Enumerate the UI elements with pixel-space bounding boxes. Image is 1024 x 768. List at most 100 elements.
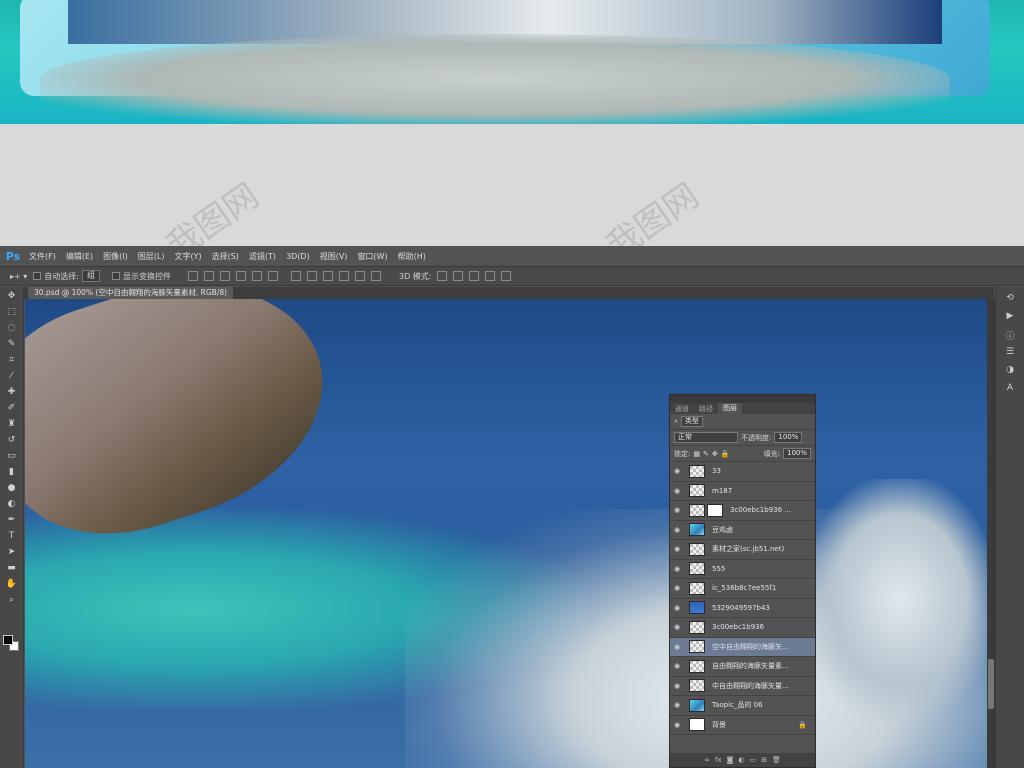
show-transform-checkbox[interactable]: [111, 272, 120, 280]
link-icon[interactable]: ∞: [704, 756, 710, 764]
menu-layer[interactable]: 图层(L): [133, 251, 170, 262]
eye-icon[interactable]: ◉: [670, 565, 684, 573]
eyedropper-tool-icon[interactable]: ⁄: [4, 369, 20, 383]
marquee-tool-icon[interactable]: ⬚: [4, 305, 20, 319]
layer-row[interactable]: ◉ m187: [670, 482, 815, 501]
eye-icon[interactable]: ◉: [670, 584, 684, 592]
adjustments-icon[interactable]: ◑: [1003, 365, 1017, 377]
gradient-tool-icon[interactable]: ▮: [4, 465, 20, 479]
menu-image[interactable]: 图像(I): [98, 251, 133, 262]
menu-select[interactable]: 选择(S): [207, 251, 244, 262]
trash-icon[interactable]: 🗑: [772, 756, 781, 764]
eye-icon[interactable]: ◉: [670, 467, 684, 475]
character-icon[interactable]: A: [1003, 383, 1017, 395]
path-select-tool-icon[interactable]: ➤: [4, 545, 20, 559]
eye-icon[interactable]: ◉: [670, 701, 684, 709]
distribute-vcenter-icon[interactable]: [306, 271, 317, 281]
actions-icon[interactable]: ▶: [1003, 311, 1017, 323]
eye-icon[interactable]: ◉: [670, 545, 684, 553]
mask-icon[interactable]: ◙: [727, 756, 734, 764]
lock-position-icon[interactable]: ✥: [712, 450, 718, 458]
tab-channels[interactable]: 通道: [670, 404, 694, 414]
layer-row[interactable]: ◉ 3c00ebc1b936 ...: [670, 501, 815, 521]
distribute-right-icon[interactable]: [370, 271, 381, 281]
eye-icon[interactable]: ◉: [670, 604, 684, 612]
adjustment-icon[interactable]: ◐: [738, 756, 744, 764]
layer-row[interactable]: ◉ 豆鸡卤: [670, 521, 815, 540]
move-tool-icon[interactable]: ✥: [4, 289, 20, 303]
align-vcenter-icon[interactable]: [203, 271, 214, 281]
layer-mask-thumbnail[interactable]: [707, 503, 723, 517]
eye-icon[interactable]: ◉: [670, 662, 684, 670]
layer-row[interactable]: ◉ Taopic_品的 06: [670, 696, 815, 716]
align-left-icon[interactable]: [235, 271, 246, 281]
menu-edit[interactable]: 编辑(E): [61, 251, 98, 262]
eye-icon[interactable]: ◉: [670, 682, 684, 690]
folder-icon[interactable]: ▭: [749, 756, 756, 764]
lock-all-icon[interactable]: 🔒: [721, 450, 730, 458]
lock-pixels-icon[interactable]: ✎: [703, 450, 709, 458]
info-icon[interactable]: ⓘ: [1003, 329, 1017, 342]
zoom-tool-icon[interactable]: ⌕: [4, 593, 20, 607]
layer-row[interactable]: ◉ 自由翱翔的海豚矢量素...: [670, 657, 815, 677]
layer-row[interactable]: ◉ ic_536b8c7ee55f1: [670, 579, 815, 599]
slide-3d-icon[interactable]: [485, 271, 496, 281]
panel-title-bar[interactable]: [670, 395, 815, 403]
menu-type[interactable]: 文字(Y): [169, 251, 206, 262]
brush-tool-icon[interactable]: ✐: [4, 401, 20, 415]
distribute-left-icon[interactable]: [338, 271, 349, 281]
document-tab[interactable]: 30.psd @ 100% (空中自由翱翔的海豚矢量素材, RGB/8): [28, 287, 234, 299]
distribute-bottom-icon[interactable]: [322, 271, 333, 281]
auto-select-checkbox[interactable]: [33, 272, 42, 280]
layer-row[interactable]: ◉ 5329049597b43: [670, 599, 815, 618]
foreground-color-swatch[interactable]: [3, 635, 13, 645]
menu-window[interactable]: 窗口(W): [352, 251, 392, 262]
lasso-tool-icon[interactable]: ◌: [4, 321, 20, 335]
crop-tool-icon[interactable]: ⌗: [4, 353, 20, 367]
align-bottom-icon[interactable]: [219, 271, 230, 281]
menu-help[interactable]: 帮助(H): [393, 251, 431, 262]
layer-row[interactable]: ◉ 背景 🔒: [670, 716, 815, 735]
opacity-field[interactable]: 100%: [774, 432, 803, 443]
menu-view[interactable]: 视图(V): [315, 251, 353, 262]
menu-file[interactable]: 文件(F): [24, 251, 61, 262]
kind-filter-dropdown[interactable]: 类型: [680, 416, 703, 427]
layer-row[interactable]: ◉ 素材之家(sc.jb51.net): [670, 540, 815, 560]
vertical-scrollbar[interactable]: [987, 299, 995, 768]
eye-icon[interactable]: ◉: [670, 487, 684, 495]
properties-icon[interactable]: ☰: [1003, 347, 1017, 359]
stamp-tool-icon[interactable]: ♜: [4, 417, 20, 431]
menu-filter[interactable]: 滤镜(T): [244, 251, 281, 262]
fx-icon[interactable]: fx: [715, 756, 722, 764]
eye-icon[interactable]: ◉: [670, 526, 684, 534]
align-top-icon[interactable]: [187, 271, 198, 281]
eye-icon[interactable]: ◉: [670, 623, 684, 631]
tab-layers[interactable]: 图层: [718, 403, 742, 414]
eye-icon[interactable]: ◉: [670, 721, 684, 729]
rotate-3d-icon[interactable]: [437, 271, 448, 281]
healing-tool-icon[interactable]: ✚: [4, 385, 20, 399]
history-brush-icon[interactable]: ↺: [4, 433, 20, 447]
auto-select-dropdown[interactable]: 组: [81, 270, 100, 282]
dodge-tool-icon[interactable]: ◐: [4, 497, 20, 511]
lock-transparency-icon[interactable]: ▦: [693, 450, 700, 458]
layer-row[interactable]: ◉ 555: [670, 560, 815, 579]
menu-3d[interactable]: 3D(D): [281, 252, 315, 261]
distribute-hcenter-icon[interactable]: [354, 271, 365, 281]
fill-field[interactable]: 100%: [782, 448, 811, 459]
scrollbar-thumb[interactable]: [988, 659, 994, 709]
align-hcenter-icon[interactable]: [251, 271, 262, 281]
move-tool-preset[interactable]: ▸+ ▾: [10, 272, 27, 281]
scale-3d-icon[interactable]: [501, 271, 512, 281]
type-tool-icon[interactable]: T: [4, 529, 20, 543]
tab-paths[interactable]: 路径: [694, 404, 718, 414]
quick-select-tool-icon[interactable]: ✎: [4, 337, 20, 351]
distribute-top-icon[interactable]: [290, 271, 301, 281]
layer-row[interactable]: ◉ 33: [670, 462, 815, 482]
canvas-area[interactable]: [25, 299, 987, 768]
roll-3d-icon[interactable]: [453, 271, 464, 281]
blend-mode-dropdown[interactable]: 正常: [674, 432, 738, 443]
hand-tool-icon[interactable]: ✋: [4, 577, 20, 591]
history-icon[interactable]: ⟲: [1003, 293, 1017, 305]
eraser-tool-icon[interactable]: ▭: [4, 449, 20, 463]
